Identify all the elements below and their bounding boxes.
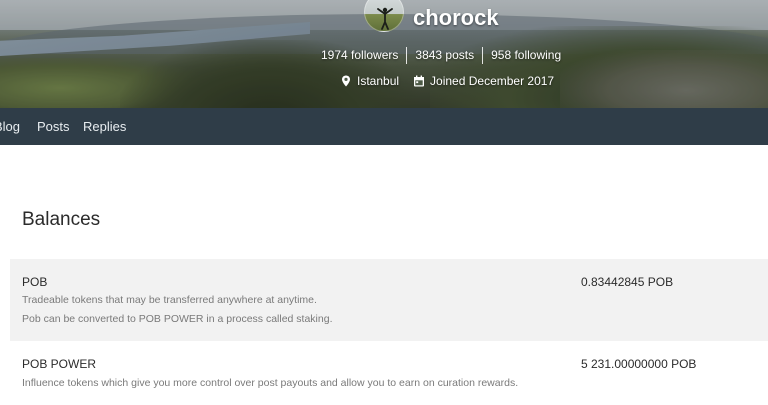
profile-username: chorock	[413, 5, 499, 30]
profile-meta: Istanbul Joined December 2017	[340, 73, 554, 89]
balance-row-pob: POB Tradeable tokens that may be transfe…	[10, 259, 768, 341]
stats-divider	[482, 46, 484, 64]
profile-cover-banner: chorock 1974 followers 3843 posts 958 fo…	[0, 0, 768, 108]
balance-name: POB	[22, 275, 48, 289]
balance-amount[interactable]: 5 231.00000000 POB	[581, 357, 696, 371]
balance-description: Pob can be converted to POB POWER in a p…	[22, 313, 333, 325]
avatar[interactable]	[364, 0, 404, 32]
location-pin-icon	[342, 75, 350, 87]
balances-title: Balances	[22, 209, 101, 230]
tab-blog[interactable]: Blog	[0, 119, 20, 134]
posts-count: 3843 posts	[415, 48, 475, 62]
avatar-person-icon	[377, 7, 393, 30]
balance-description: Tradeable tokens that may be transferred…	[22, 294, 317, 306]
tab-posts[interactable]: Posts	[37, 119, 70, 134]
balance-name: POB POWER	[22, 357, 97, 371]
stats-divider	[406, 46, 408, 64]
tab-replies[interactable]: Replies	[83, 119, 126, 134]
balance-description: Influence tokens which give you more con…	[22, 377, 519, 389]
balance-row-pob-power: POB POWER Influence tokens which give yo…	[10, 341, 768, 405]
followers-count[interactable]: 1974 followers	[321, 48, 398, 62]
calendar-icon	[414, 75, 425, 87]
balance-amount[interactable]: 0.83442845 POB	[581, 275, 673, 289]
profile-nav-bar: Blog Posts Replies	[0, 108, 768, 145]
profile-joined-date: Joined December 2017	[430, 74, 555, 88]
following-count[interactable]: 958 following	[491, 48, 561, 62]
profile-location: Istanbul	[357, 74, 400, 88]
profile-stats: 1974 followers 3843 posts 958 following	[321, 46, 561, 64]
